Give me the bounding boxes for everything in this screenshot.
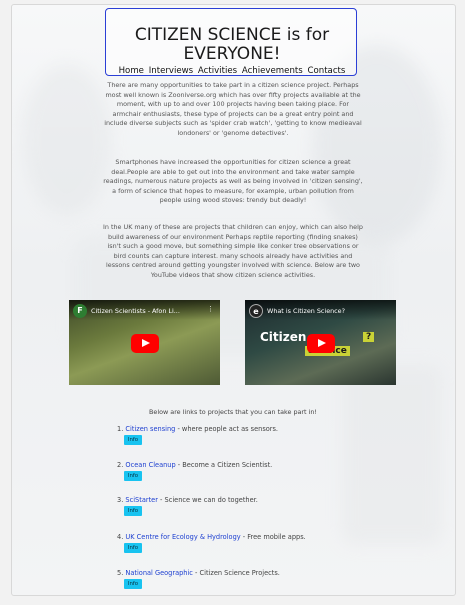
main-nav: Home Interviews Activities Achievements … <box>106 66 358 76</box>
project-description: - Free mobile apps. <box>240 533 306 541</box>
channel-avatar-icon[interactable]: F <box>73 304 87 318</box>
video-title[interactable]: What is Citizen Science? <box>267 307 345 315</box>
info-button[interactable]: Info <box>124 435 142 445</box>
site-header: CITIZEN SCIENCE is for EVERYONE! Home In… <box>105 8 357 76</box>
info-button[interactable]: Info <box>124 543 142 553</box>
links-intro: Below are links to projects that you can… <box>149 408 317 416</box>
page-title: CITIZEN SCIENCE is for EVERYONE! <box>134 25 330 64</box>
project-link-ocean-cleanup[interactable]: Ocean Cleanup <box>125 461 175 469</box>
project-link-scistarter[interactable]: SciStarter <box>125 496 158 504</box>
nav-contacts[interactable]: Contacts <box>307 66 345 76</box>
project-link-citizen-sensing[interactable]: Citizen sensing <box>125 425 175 433</box>
project-description: - Science we can do together. <box>157 496 258 504</box>
uk-projects-paragraph: In the UK many of these are projects tha… <box>103 223 363 279</box>
item-number: 2. <box>117 461 124 469</box>
item-number: 3. <box>117 496 124 504</box>
page-frame: CITIZEN SCIENCE is for EVERYONE! Home In… <box>11 4 456 596</box>
nav-achievements[interactable]: Achievements <box>242 66 303 76</box>
project-link-ukceh[interactable]: UK Centre for Ecology & Hydrology <box>125 533 240 541</box>
project-list-item: 5. National Geographic - Citizen Science… <box>117 569 280 577</box>
video-title[interactable]: Citizen Scientists - Afon Li... <box>91 307 180 315</box>
background-photo-shape <box>342 365 442 545</box>
project-list-item: 2. Ocean Cleanup - Become a Citizen Scie… <box>117 461 272 469</box>
project-link-national-geographic[interactable]: National Geographic <box>125 569 193 577</box>
project-description: - Become a Citizen Scientist. <box>175 461 273 469</box>
item-number: 5. <box>117 569 124 577</box>
smartphones-paragraph: Smartphones have increased the opportuni… <box>103 158 363 205</box>
play-button-icon[interactable] <box>131 334 159 353</box>
youtube-video-what-is[interactable]: e What is Citizen Science? Citizen Scien… <box>245 300 396 385</box>
project-list-item: 3. SciStarter - Science we can do togeth… <box>117 496 258 504</box>
intro-paragraph: There are many opportunities to take par… <box>104 81 362 137</box>
channel-avatar-icon[interactable]: e <box>249 304 263 318</box>
project-list-item: 1. Citizen sensing - where people act as… <box>117 425 278 433</box>
nav-interviews[interactable]: Interviews <box>149 66 193 76</box>
nav-activities[interactable]: Activities <box>198 66 237 76</box>
project-list-item: 4. UK Centre for Ecology & Hydrology - F… <box>117 533 306 541</box>
background-photo-shape <box>22 65 112 215</box>
item-number: 4. <box>117 533 124 541</box>
play-button-icon[interactable] <box>307 334 335 353</box>
info-button[interactable]: Info <box>124 579 142 589</box>
thumbnail-text-citizen: Citizen <box>260 330 307 344</box>
more-options-icon[interactable]: ⋮ <box>207 306 214 313</box>
thumbnail-question-mark: ? <box>363 332 375 342</box>
info-button[interactable]: Info <box>124 506 142 516</box>
nav-home[interactable]: Home <box>119 66 144 76</box>
youtube-video-afon[interactable]: F Citizen Scientists - Afon Li... ⋮ <box>69 300 220 385</box>
item-number: 1. <box>117 425 124 433</box>
project-description: - Citizen Science Projects. <box>192 569 280 577</box>
project-description: - where people act as sensors. <box>175 425 279 433</box>
info-button[interactable]: Info <box>124 471 142 481</box>
